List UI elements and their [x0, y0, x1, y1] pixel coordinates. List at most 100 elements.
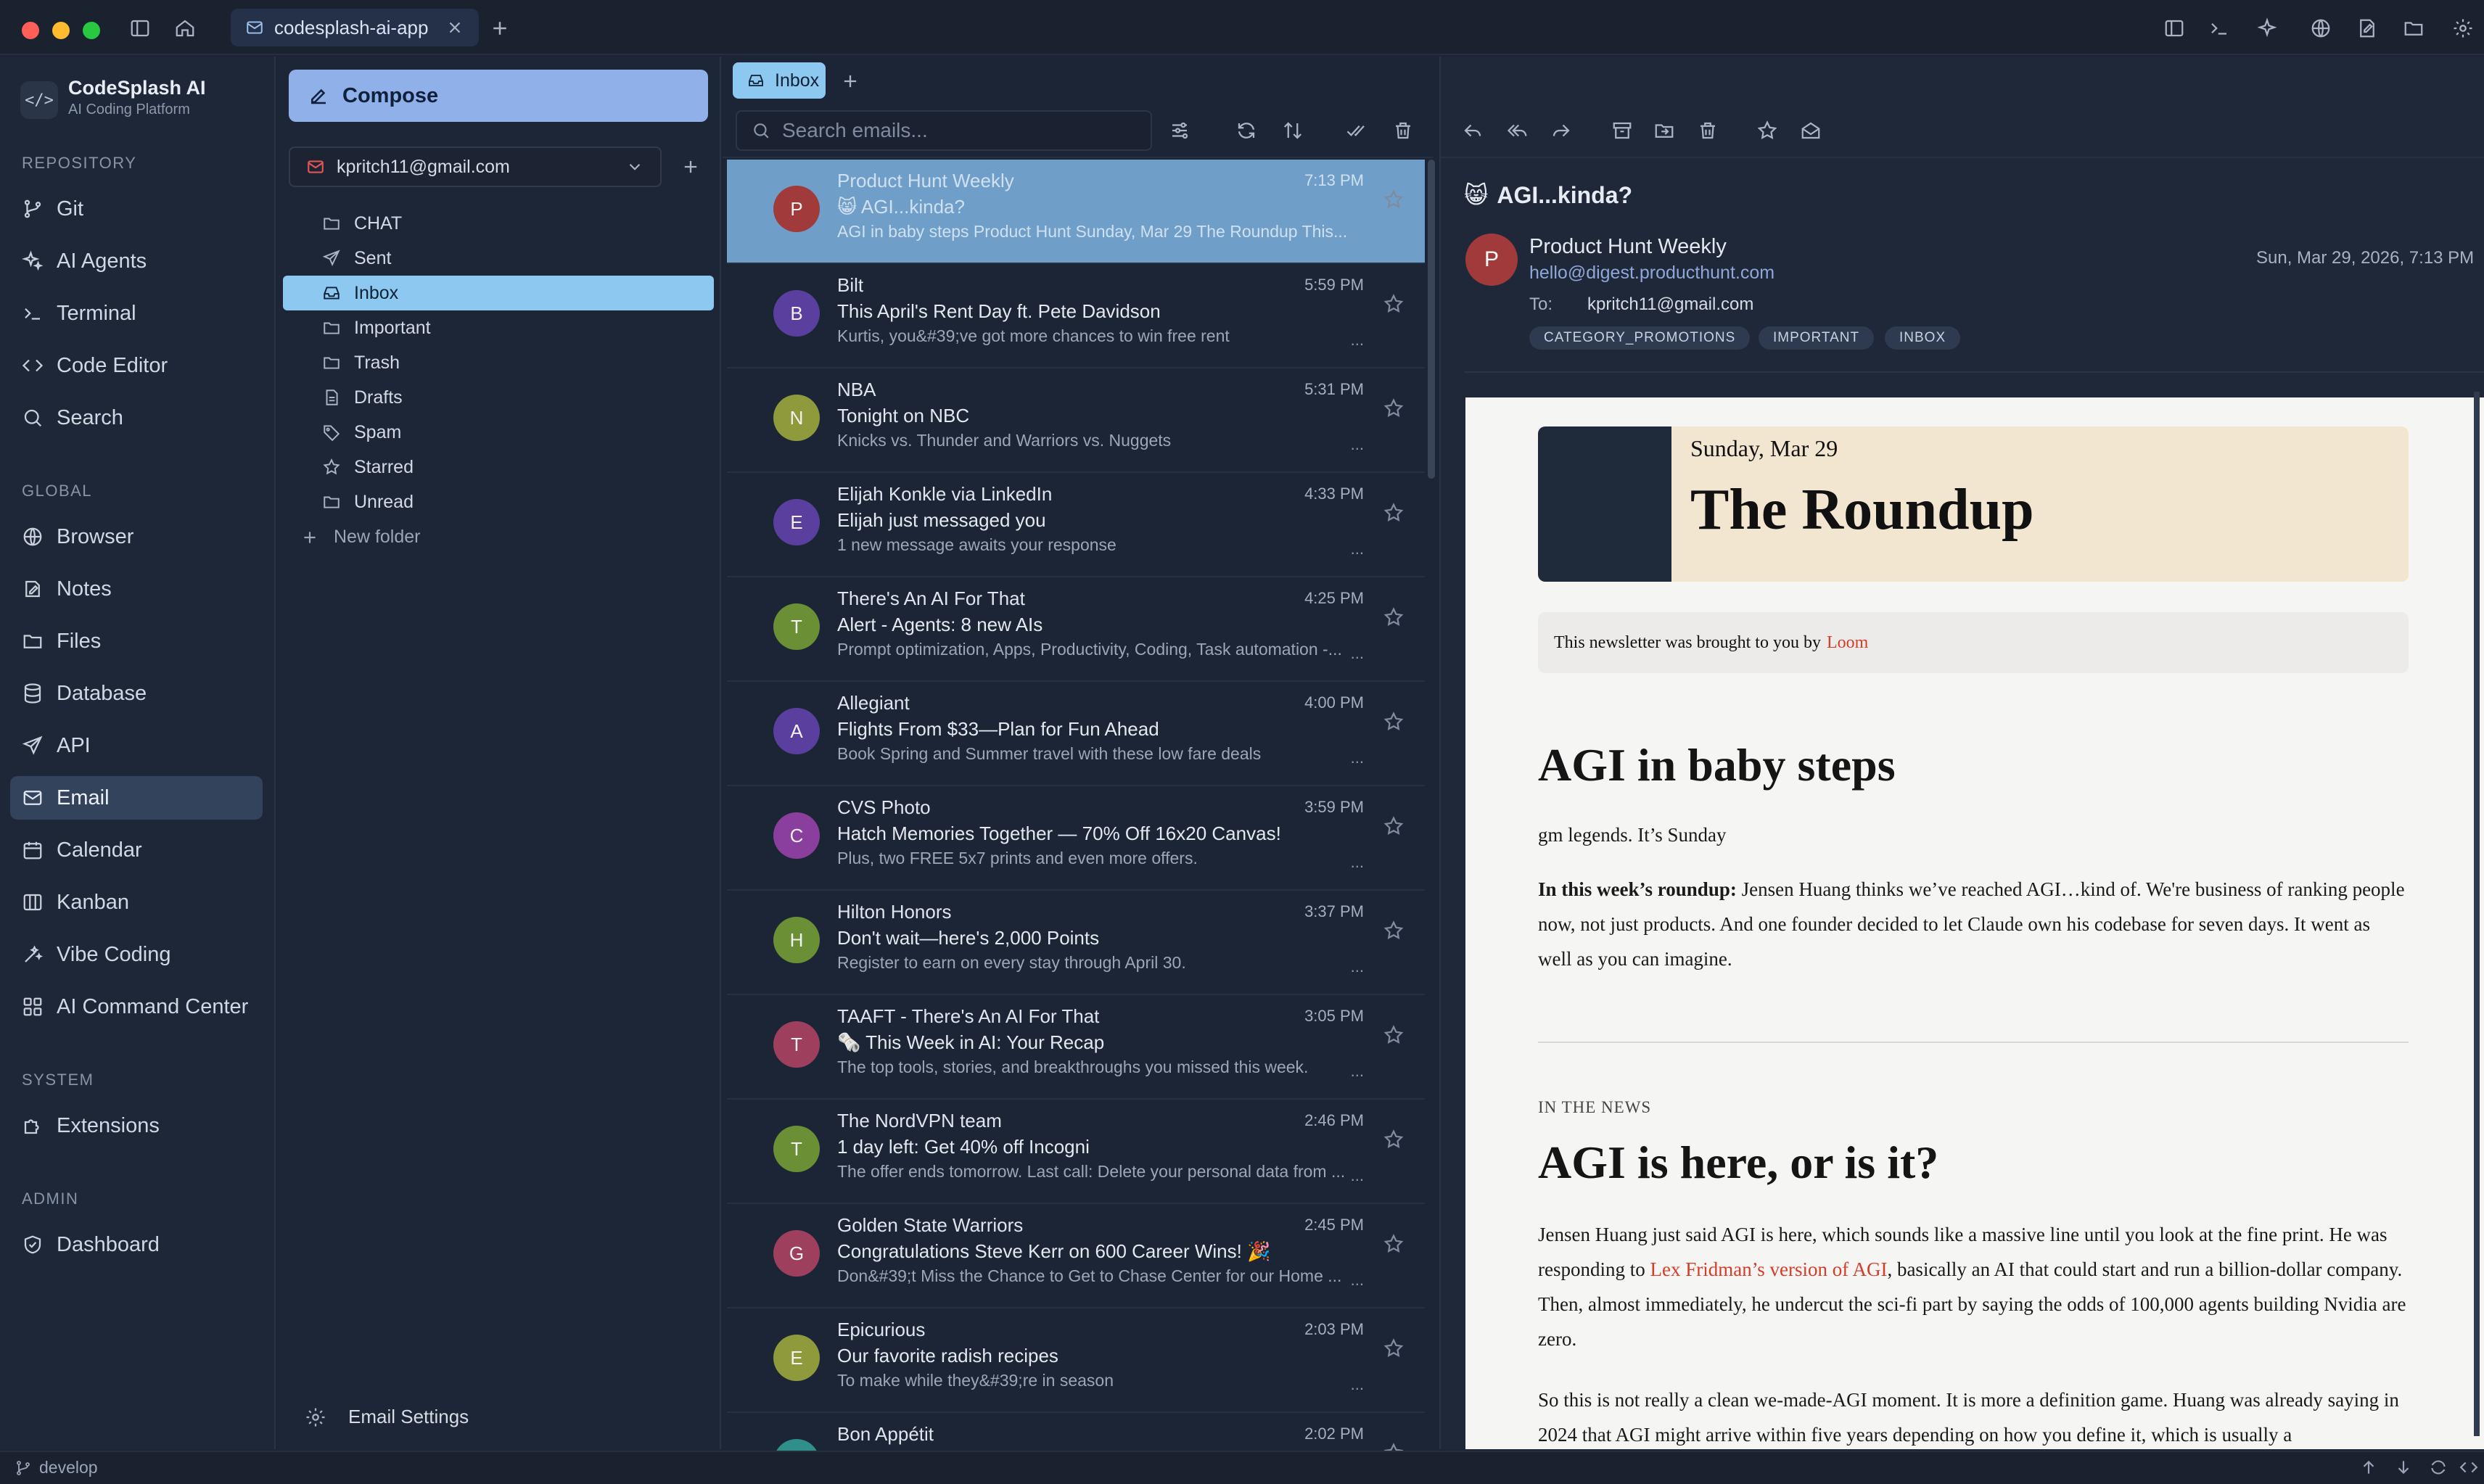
mark-unread-button[interactable]	[1795, 115, 1827, 147]
nav-ai-command-center[interactable]: AI Command Center	[10, 985, 263, 1029]
folder-starred[interactable]: Starred	[283, 450, 714, 485]
message-row[interactable]: H Hilton Honors 3:37 PM Don't wait—here's 2…	[727, 891, 1425, 995]
new-folder-button[interactable]: New folder	[300, 527, 421, 548]
nav-email[interactable]: Email	[10, 776, 263, 820]
message-row[interactable]: T There's An AI For That 4:25 PM Alert - Ag…	[727, 577, 1425, 682]
nav-git[interactable]: Git	[10, 187, 263, 231]
delete-message-button[interactable]	[1692, 115, 1724, 147]
nav-database[interactable]: Database	[10, 672, 263, 715]
account-selector[interactable]: kpritch11@gmail.com	[289, 147, 662, 187]
close-tab-icon[interactable]	[445, 18, 464, 37]
folder-chat[interactable]: CHAT	[283, 206, 714, 241]
nav-browser[interactable]: Browser	[10, 515, 263, 558]
edit-note-icon[interactable]	[2353, 15, 2381, 42]
home-icon[interactable]	[171, 15, 199, 42]
message-row[interactable]: P Product Hunt Weekly 7:13 PM 😸 AGI...kinda…	[727, 160, 1425, 264]
reply-button[interactable]	[1457, 115, 1489, 147]
message-row[interactable]: E Elijah Konkle via LinkedIn 4:33 PM Elijah…	[727, 473, 1425, 577]
compose-button[interactable]: Compose	[289, 70, 708, 122]
star-icon[interactable]	[1383, 293, 1405, 315]
delete-button[interactable]	[1387, 115, 1419, 147]
star-icon[interactable]	[1383, 1233, 1405, 1255]
pull-icon[interactable]	[2394, 1458, 2414, 1478]
email-search-box[interactable]	[736, 110, 1152, 151]
globe-icon[interactable]	[2307, 15, 2335, 42]
reader-scrollbar[interactable]	[2474, 392, 2480, 1436]
git-branch-indicator[interactable]: develop	[15, 1458, 98, 1477]
star-message-button[interactable]	[1751, 115, 1783, 147]
refresh-button[interactable]	[1230, 115, 1262, 147]
star-icon[interactable]	[1383, 815, 1405, 837]
sponsor-link[interactable]: Loom	[1827, 633, 1868, 653]
message-list-scrollbar[interactable]	[1428, 160, 1435, 479]
settings-gear-icon[interactable]	[2449, 15, 2477, 42]
ai-sparkle-icon[interactable]	[2253, 15, 2281, 42]
filter-button[interactable]	[1164, 115, 1196, 147]
star-icon[interactable]	[1383, 606, 1405, 628]
terminal-toggle-icon[interactable]	[2205, 15, 2233, 42]
star-icon[interactable]	[1383, 502, 1405, 524]
nav-dashboard[interactable]: Dashboard	[10, 1223, 263, 1266]
message-row[interactable]: T TAAFT - There's An AI For That 3:05 PM 🗞️…	[727, 995, 1425, 1100]
folder-spam[interactable]: Spam	[283, 415, 714, 450]
star-icon[interactable]	[1383, 1337, 1405, 1359]
folder-unread[interactable]: Unread	[283, 485, 714, 519]
nav-extensions[interactable]: Extensions	[10, 1104, 263, 1147]
code-brackets-icon[interactable]	[2459, 1458, 2480, 1478]
message-row[interactable]: B Bilt 5:59 PM This April's Rent Day ft. Pe…	[727, 264, 1425, 368]
folder-drafts[interactable]: Drafts	[283, 380, 714, 415]
zoom-window-button[interactable]	[83, 22, 100, 39]
email-search-input[interactable]	[782, 119, 1130, 142]
sender-email[interactable]: hello@digest.producthunt.com	[1529, 263, 1774, 284]
star-icon[interactable]	[1383, 1024, 1405, 1046]
message-row[interactable]: A Allegiant 4:00 PM Flights From $33—Plan f…	[727, 682, 1425, 786]
star-icon[interactable]	[1383, 189, 1405, 210]
archive-button[interactable]	[1606, 115, 1638, 147]
add-account-button[interactable]	[675, 151, 707, 183]
toggle-sidebar-icon[interactable]	[126, 15, 154, 42]
nav-code-editor[interactable]: Code Editor	[10, 344, 263, 387]
push-icon[interactable]	[2359, 1458, 2380, 1478]
nav-kanban[interactable]: Kanban	[10, 881, 263, 924]
label-chip-important[interactable]: IMPORTANT	[1759, 326, 1875, 350]
message-row[interactable]: N NBA 5:31 PM Tonight on NBC Knicks vs. Thun…	[727, 368, 1425, 473]
folder-icon[interactable]	[2400, 15, 2427, 42]
app-tab[interactable]: codesplash-ai-app	[231, 9, 479, 46]
label-chip-inbox[interactable]: INBOX	[1885, 326, 1961, 350]
star-icon[interactable]	[1383, 920, 1405, 941]
nav-files[interactable]: Files	[10, 619, 263, 663]
new-tab-icon[interactable]	[486, 15, 514, 42]
star-icon[interactable]	[1383, 397, 1405, 419]
minimize-window-button[interactable]	[52, 22, 70, 39]
nav-notes[interactable]: Notes	[10, 567, 263, 611]
add-mail-tab-button[interactable]	[836, 67, 865, 96]
message-row[interactable]: T The NordVPN team 2:46 PM 1 day left: Get …	[727, 1100, 1425, 1204]
reply-all-button[interactable]	[1502, 115, 1534, 147]
close-window-button[interactable]	[22, 22, 39, 39]
message-row[interactable]: E Epicurious 2:03 PM Our favorite radish re…	[727, 1308, 1425, 1413]
folder-sent[interactable]: Sent	[283, 241, 714, 276]
move-to-folder-button[interactable]	[1648, 115, 1680, 147]
nav-search[interactable]: Search	[10, 396, 263, 440]
folder-important[interactable]: Important	[283, 310, 714, 345]
star-icon[interactable]	[1383, 1129, 1405, 1150]
sync-icon[interactable]	[2429, 1458, 2449, 1478]
nav-ai-agents[interactable]: AI Agents	[10, 239, 263, 283]
nav-api[interactable]: API	[10, 724, 263, 767]
forward-button[interactable]	[1545, 115, 1577, 147]
tab-inbox[interactable]: Inbox	[733, 62, 826, 99]
mark-all-read-button[interactable]	[1341, 115, 1373, 147]
message-row[interactable]: G Golden State Warriors 2:45 PM Congratulat…	[727, 1204, 1425, 1308]
folder-inbox[interactable]: Inbox	[283, 276, 714, 310]
email-settings-button[interactable]: Email Settings	[305, 1406, 469, 1428]
nav-terminal[interactable]: Terminal	[10, 292, 263, 335]
nav-calendar[interactable]: Calendar	[10, 828, 263, 872]
lex-fridman-link[interactable]: Lex Fridman’s version of AGI	[1650, 1258, 1888, 1280]
nav-vibe-coding[interactable]: Vibe Coding	[10, 933, 263, 976]
star-icon[interactable]	[1383, 711, 1405, 733]
sort-button[interactable]	[1277, 115, 1309, 147]
label-chip-promotions[interactable]: CATEGORY_PROMOTIONS	[1529, 326, 1751, 350]
message-row[interactable]: C CVS Photo 3:59 PM Hatch Memories Together…	[727, 786, 1425, 891]
panel-layout-icon[interactable]	[2160, 15, 2188, 42]
folder-trash[interactable]: Trash	[283, 345, 714, 380]
